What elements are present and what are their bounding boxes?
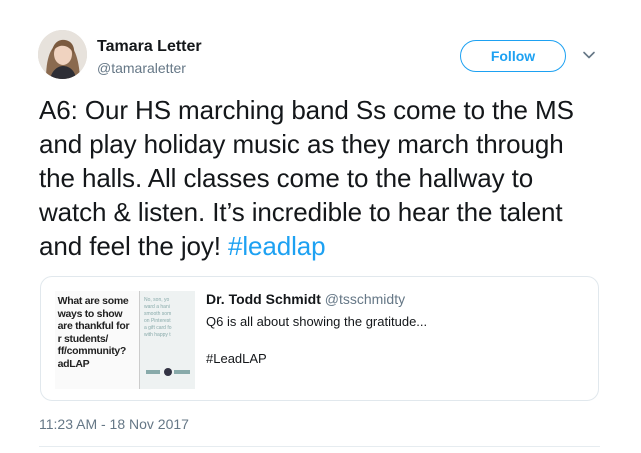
quoted-tweet-author: Dr. Todd Schmidt @tsschmidty — [206, 291, 405, 308]
quoted-tweet-card[interactable]: What are some ways to show are thankful … — [40, 276, 599, 401]
thumbnail-side-text: No, son, yo ward a hani smooth som on Pi… — [144, 297, 172, 338]
chevron-down-icon[interactable] — [582, 48, 596, 62]
quoted-tweet-hashtag: #LeadLAP — [206, 351, 267, 366]
divider — [39, 446, 600, 447]
follow-button[interactable]: Follow — [460, 40, 566, 72]
thumbnail-side-panel: No, son, yo ward a hani smooth som on Pi… — [139, 291, 195, 389]
quoted-author-name: Dr. Todd Schmidt — [206, 291, 321, 307]
avatar[interactable] — [38, 30, 87, 79]
quoted-tweet-thumbnail: What are some ways to show are thankful … — [55, 291, 195, 389]
quoted-tweet-text: Q6 is all about showing the gratitude... — [206, 314, 428, 329]
thumbnail-text: What are some ways to show are thankful … — [57, 295, 130, 370]
quoted-author-handle: @tsschmidty — [324, 291, 406, 307]
user-handle[interactable]: @tamaraletter — [97, 60, 186, 77]
tweet-timestamp[interactable]: 11:23 AM - 18 Nov 2017 — [39, 416, 189, 433]
thumbnail-logo-icon — [146, 368, 190, 376]
display-name[interactable]: Tamara Letter — [97, 37, 202, 56]
tweet-text: A6: Our HS marching band Ss come to the … — [39, 93, 599, 263]
profile-photo-icon — [38, 30, 87, 79]
hashtag-link[interactable]: #leadlap — [228, 231, 326, 261]
